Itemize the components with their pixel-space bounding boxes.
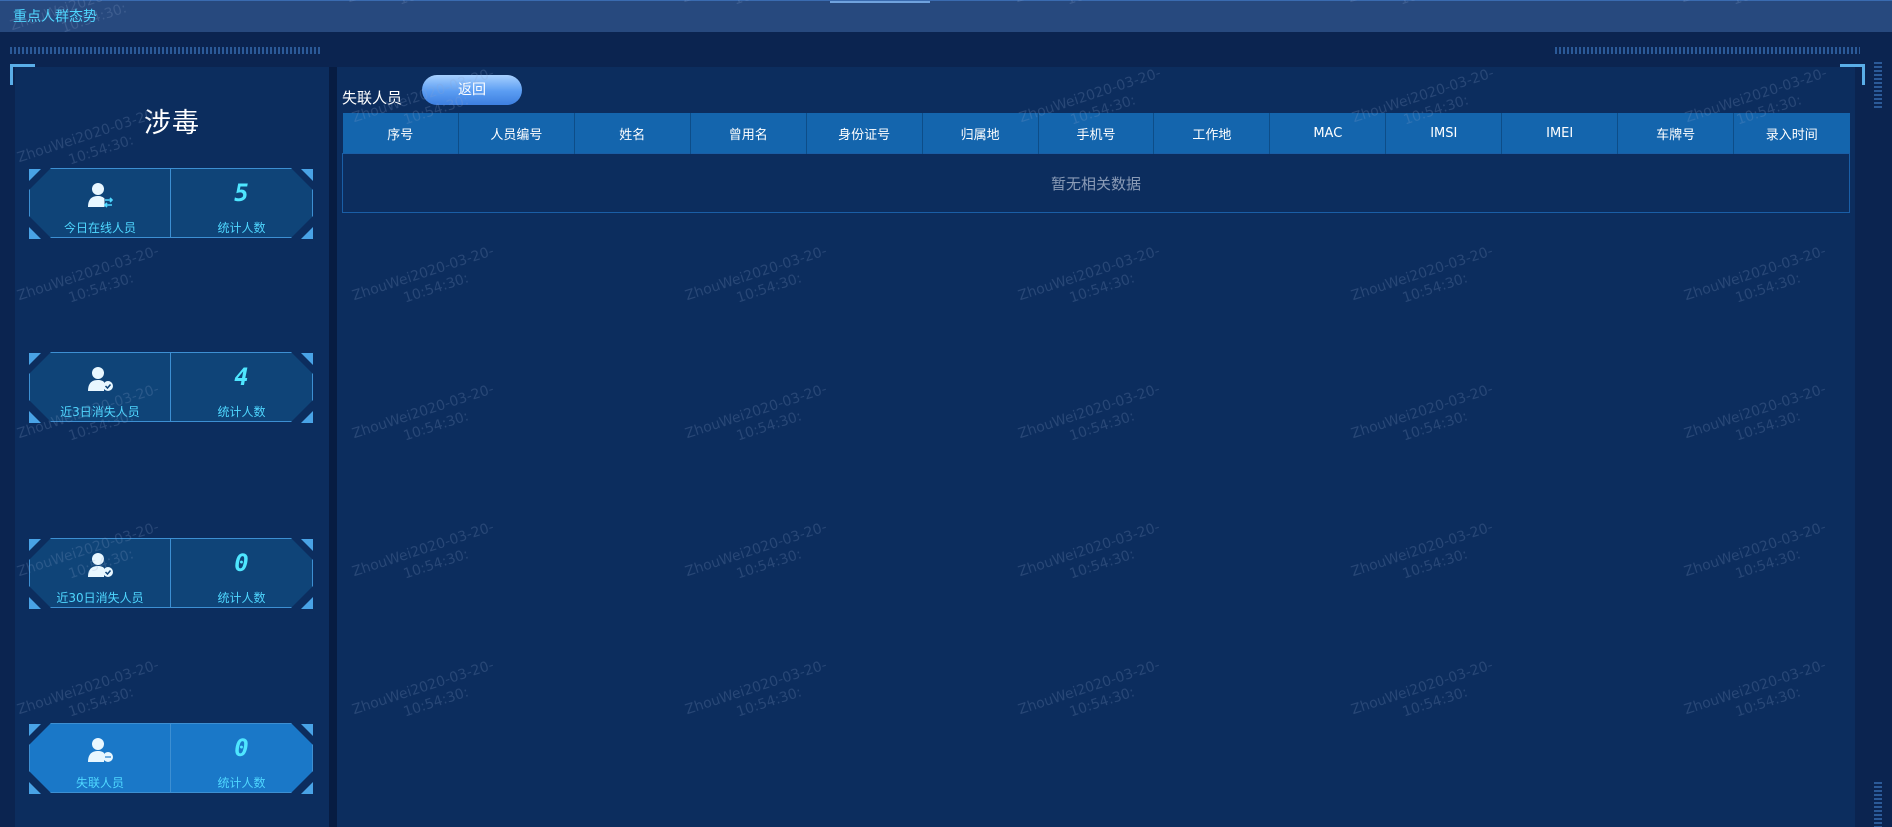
column-header-person-id[interactable]: 人员编号	[458, 113, 575, 154]
column-header-phone[interactable]: 手机号	[1038, 113, 1155, 154]
card-corner-decoration	[301, 169, 313, 181]
column-header-former-name[interactable]: 曾用名	[690, 113, 807, 154]
stat-card-label-section: 近30日消失人员	[30, 539, 170, 607]
stat-card-label: 今日在线人员	[63, 221, 136, 235]
stat-card-count-section: 4 统计人数	[171, 353, 312, 421]
column-header-id-number[interactable]: 身份证号	[806, 113, 923, 154]
card-corner-decoration	[301, 227, 313, 239]
card-corner-decoration	[29, 353, 41, 365]
stat-card-online-today[interactable]: 今日在线人员 5 统计人数	[29, 168, 313, 238]
main-panel: 失联人员 返回 序号 人员编号 姓名 曾用名 身份证号 归属地 手机号 工作地 …	[337, 67, 1855, 827]
category-title: 涉毒	[144, 108, 200, 139]
app-title: 重点人群态势	[13, 9, 97, 25]
card-corner-decoration	[301, 539, 313, 551]
empty-row: 暂无相关数据	[342, 153, 1850, 213]
stat-card-count: 5	[234, 179, 249, 207]
stat-card-label: 近30日消失人员	[56, 591, 144, 605]
table-header-row: 序号 人员编号 姓名 曾用名 身份证号 归属地 手机号 工作地 MAC IMSI…	[342, 113, 1850, 154]
decorative-strip-left	[10, 47, 320, 54]
column-header-mac[interactable]: MAC	[1269, 113, 1387, 154]
stat-card-count-label: 统计人数	[217, 776, 266, 790]
section-title: 失联人员	[342, 89, 403, 107]
stat-card-count: 0	[234, 734, 249, 762]
column-header-imsi[interactable]: IMSI	[1385, 113, 1503, 154]
card-corner-decoration	[301, 353, 313, 365]
panel-separator	[329, 67, 337, 827]
back-button[interactable]: 返回	[422, 75, 522, 105]
stat-card-count-label: 统计人数	[217, 405, 266, 419]
stat-card-label-section: 今日在线人员	[30, 169, 170, 237]
card-corner-decoration	[301, 782, 313, 794]
stat-card-label: 失联人员	[75, 776, 124, 790]
card-corner-decoration	[29, 724, 41, 736]
stat-card-label: 近3日消失人员	[60, 405, 140, 419]
top-title-bar: 重点人群态势	[0, 0, 1892, 32]
stat-card-count: 4	[234, 363, 249, 391]
stat-card-lost-contact[interactable]: 失联人员 0 统计人数	[29, 723, 313, 793]
person-check-icon	[86, 365, 114, 393]
card-corner-decoration	[29, 597, 41, 609]
card-corner-decoration	[301, 724, 313, 736]
card-corner-decoration	[29, 782, 41, 794]
title-bar-highlight	[830, 1, 930, 3]
card-corner-decoration	[29, 411, 41, 423]
person-check-icon	[86, 551, 114, 579]
decorative-strip-right	[1555, 47, 1860, 54]
column-header-imei[interactable]: IMEI	[1501, 113, 1619, 154]
stat-card-count-section: 0 统计人数	[171, 724, 312, 792]
person-swap-icon	[86, 181, 114, 209]
stat-card-count-section: 0 统计人数	[171, 539, 312, 607]
stat-card-missing-3-days[interactable]: 近3日消失人员 4 统计人数	[29, 352, 313, 422]
stat-card-count: 0	[234, 549, 249, 577]
stat-card-missing-30-days[interactable]: 近30日消失人员 0 统计人数	[29, 538, 313, 608]
column-header-name[interactable]: 姓名	[574, 113, 691, 154]
card-corner-decoration	[301, 411, 313, 423]
empty-state-text: 暂无相关数据	[342, 153, 1850, 213]
card-corner-decoration	[29, 539, 41, 551]
card-corner-decoration	[301, 597, 313, 609]
person-lost-icon	[86, 736, 114, 764]
stat-card-count-label: 统计人数	[217, 221, 266, 235]
column-header-home-region[interactable]: 归属地	[922, 113, 1039, 154]
decorative-side-strip-bottom	[1874, 782, 1882, 827]
people-table: 序号 人员编号 姓名 曾用名 身份证号 归属地 手机号 工作地 MAC IMSI…	[342, 113, 1850, 213]
stat-card-count-label: 统计人数	[217, 591, 266, 605]
column-header-entry-time[interactable]: 录入时间	[1733, 113, 1850, 154]
stat-card-label-section: 失联人员	[30, 724, 170, 792]
category-sidebar: 涉毒 今日在线人员 5 统计人数 近3日消失人员 4 统计人数 近30日消失人员…	[15, 67, 329, 827]
decorative-side-strip-top	[1874, 62, 1882, 108]
card-corner-decoration	[29, 169, 41, 181]
card-corner-decoration	[29, 227, 41, 239]
column-header-work-location[interactable]: 工作地	[1153, 113, 1271, 154]
column-header-index[interactable]: 序号	[342, 113, 459, 154]
stat-card-label-section: 近3日消失人员	[30, 353, 170, 421]
stat-card-count-section: 5 统计人数	[171, 169, 312, 237]
app-root: 重点人群态势 涉毒 今日在线人员 5 统计人数 近3日消失人员 4 统计人数 近…	[0, 0, 1892, 827]
column-header-plate-number[interactable]: 车牌号	[1617, 113, 1735, 154]
